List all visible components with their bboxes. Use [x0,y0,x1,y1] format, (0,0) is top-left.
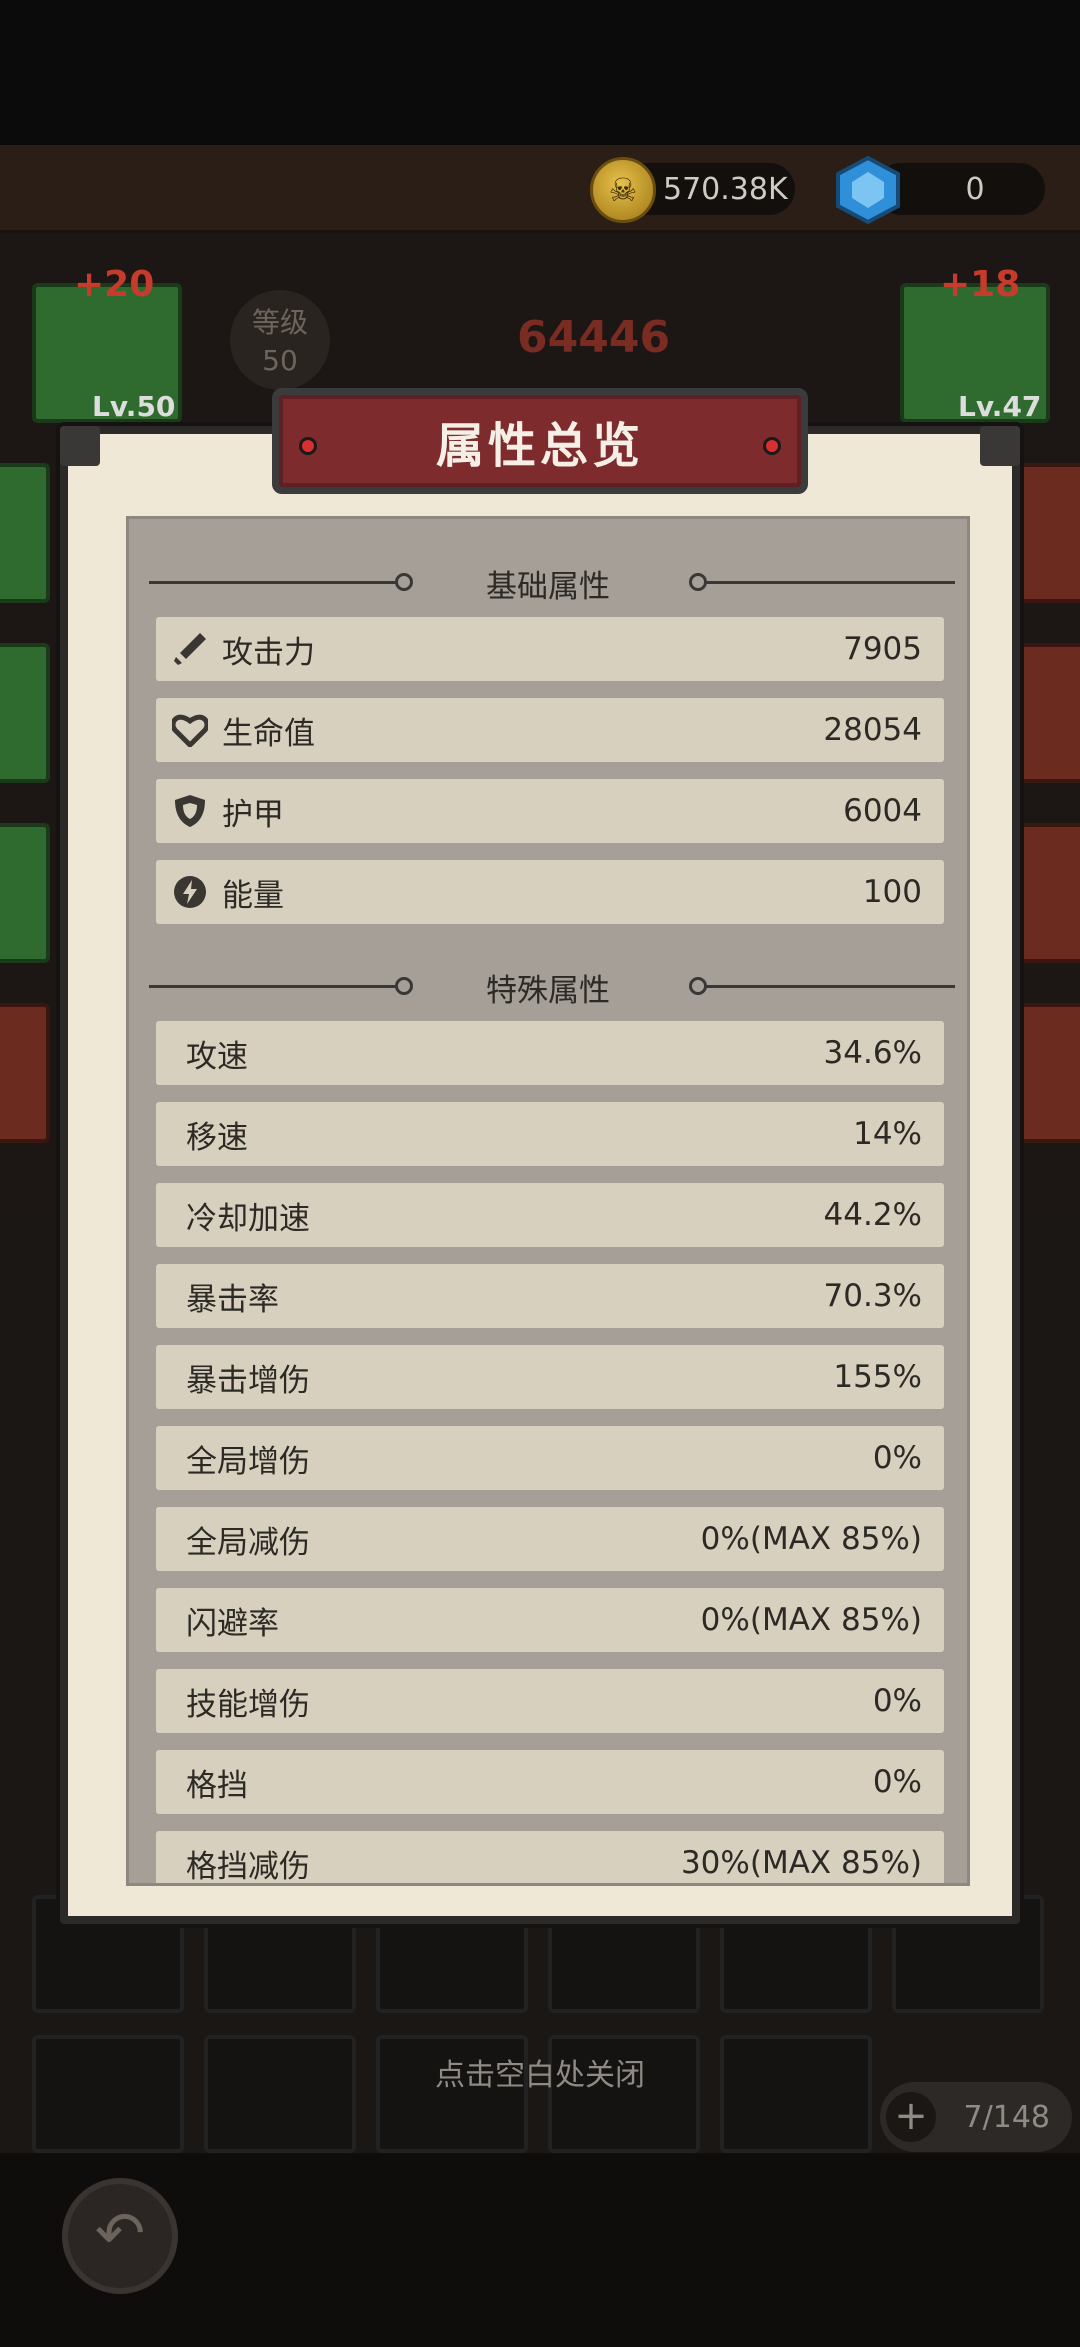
stat-row-skill-damage: 技能增伤 0% [156,1669,944,1733]
divider-line [705,581,955,584]
grade-value: 50 [262,344,298,377]
stat-value: 155% [833,1359,922,1395]
equip-slot[interactable] [1010,1003,1080,1143]
stat-name: 护甲 [222,796,284,833]
special-section-header: 特殊属性 [129,961,967,1011]
stat-row-block: 格挡 0% [156,1750,944,1814]
stat-row-armor: 护甲 6004 [156,779,944,843]
attribute-overview-dialog[interactable]: 基础属性 攻击力 7905 生命值 28054 护甲 6004 能量 100 特… [60,426,1020,1924]
equip-slot[interactable] [0,1003,50,1143]
stat-value: 34.6% [823,1035,922,1071]
stat-value: 28054 [823,712,922,748]
heart-icon [170,710,210,750]
shield-icon [170,791,210,831]
gem-amount: 0 [965,171,985,207]
stat-name: 移速 [186,1119,248,1156]
basic-section-header: 基础属性 [129,557,967,607]
stat-row-attack-speed: 攻速 34.6% [156,1021,944,1085]
skull-coin-icon: ☠ [590,157,656,223]
stat-value: 0% [872,1683,922,1719]
stat-name: 技能增伤 [186,1686,310,1723]
grade-label: 等级 [251,306,308,339]
coin-amount: 570.38K [663,171,788,207]
stat-name: 攻速 [186,1038,248,1075]
divider-line [705,985,955,988]
stat-row-global-reduction: 全局减伤 0%(MAX 85%) [156,1507,944,1571]
back-button[interactable]: ↶ [62,2178,178,2294]
stat-row-dodge: 闪避率 0%(MAX 85%) [156,1588,944,1652]
stat-row-move-speed: 移速 14% [156,1102,944,1166]
stat-name: 生命值 [222,715,315,752]
stat-value: 100 [862,874,922,910]
stat-row-global-damage: 全局增伤 0% [156,1426,944,1490]
right-item-level: Lv.47 [958,390,1042,423]
back-arrow-icon: ↶ [94,2199,146,2269]
stat-name: 暴击率 [186,1281,279,1318]
stat-name: 格挡减伤 [186,1848,310,1885]
stat-name: 格挡 [186,1767,248,1804]
equip-slot[interactable] [0,643,50,783]
stat-name: 能量 [222,877,284,914]
stat-row-attack: 攻击力 7905 [156,617,944,681]
sword-icon [170,629,210,669]
equip-slot[interactable] [0,463,50,603]
equip-slot[interactable] [0,823,50,963]
stat-value: 0% [872,1440,922,1476]
left-enhance-level: +20 [74,264,155,305]
stat-value: 44.2% [823,1197,922,1233]
equip-slot[interactable] [1010,643,1080,783]
stat-name: 闪避率 [186,1605,279,1642]
hero-grade-badge: 等级 50 [230,290,330,390]
stat-row-block-reduction: 格挡减伤 30%(MAX 85%) [156,1831,944,1885]
right-enhance-level: +18 [940,264,1021,305]
stat-row-energy: 能量 100 [156,860,944,924]
stat-value: 0%(MAX 85%) [700,1521,922,1557]
dialog-title-banner: 属性总览 [272,388,808,494]
corner-bolt-icon [980,426,1020,466]
gem-icon [836,155,900,225]
stat-value: 0% [872,1764,922,1800]
stat-row-cooldown: 冷却加速 44.2% [156,1183,944,1247]
stat-name: 暴击增伤 [186,1362,310,1399]
stat-name: 攻击力 [222,634,315,671]
stat-value: 0%(MAX 85%) [700,1602,922,1638]
bag-count-text: 7/148 [963,2099,1050,2135]
stat-row-crit-rate: 暴击率 70.3% [156,1264,944,1328]
lightning-icon [170,872,210,912]
status-area [0,0,1080,145]
stat-value: 70.3% [823,1278,922,1314]
corner-bolt-icon [60,426,100,466]
expand-bag-icon[interactable]: + [886,2092,936,2142]
stat-name: 冷却加速 [186,1200,310,1237]
resource-bar: 570.38K 0 [0,145,1080,233]
stat-name: 全局减伤 [186,1524,310,1561]
left-item-level: Lv.50 [92,390,176,423]
dialog-title: 属性总览 [435,418,644,474]
stat-row-crit-damage: 暴击增伤 155% [156,1345,944,1409]
stat-value: 14% [853,1116,922,1152]
stat-name: 全局增伤 [186,1443,310,1480]
stat-value: 7905 [843,631,922,667]
stat-value: 6004 [843,793,922,829]
stat-value: 30%(MAX 85%) [680,1845,922,1881]
stat-row-hp: 生命值 28054 [156,698,944,762]
equip-slot[interactable] [1010,823,1080,963]
attribute-panel[interactable]: 基础属性 攻击力 7905 生命值 28054 护甲 6004 能量 100 特… [126,516,970,1886]
equip-slot[interactable] [1010,463,1080,603]
red-gem-icon [763,437,781,455]
combat-power: 64446 [517,312,671,363]
